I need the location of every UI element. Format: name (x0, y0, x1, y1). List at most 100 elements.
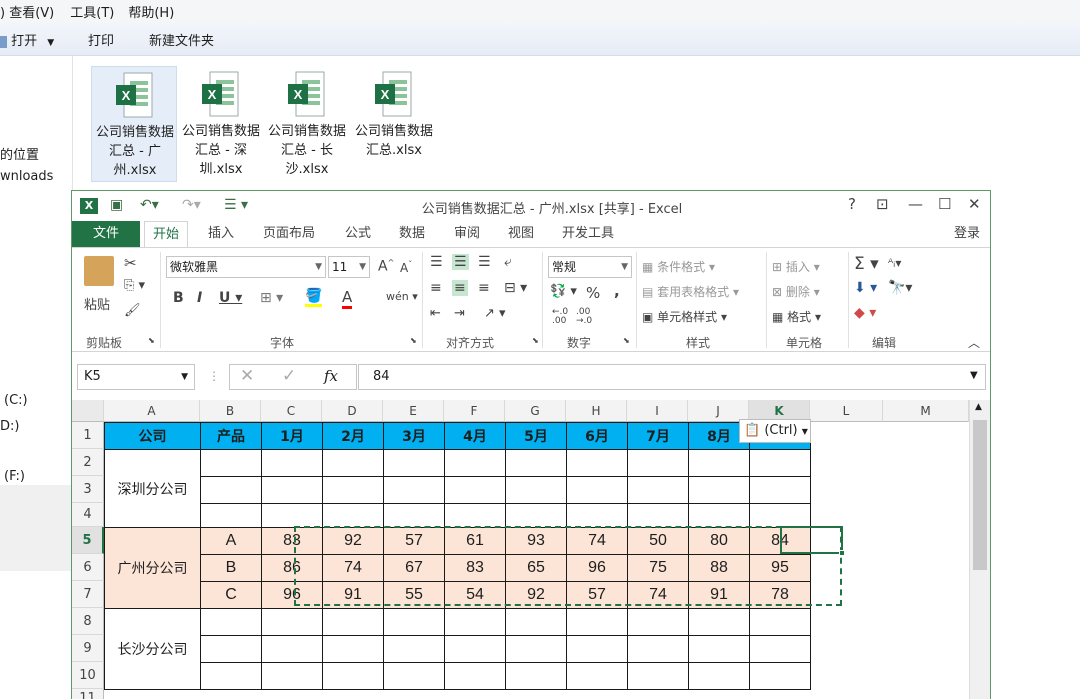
row-header-2[interactable]: 2 (72, 449, 104, 476)
product-cell[interactable]: C (200, 581, 262, 609)
tab-home[interactable]: 开始 (144, 221, 189, 248)
cell[interactable] (749, 503, 811, 528)
value-cell[interactable]: 61 (444, 527, 506, 555)
cell[interactable] (444, 503, 506, 528)
value-cell[interactable]: 83 (444, 554, 506, 582)
cell[interactable] (444, 608, 506, 636)
tab-review[interactable]: 审阅 (446, 221, 488, 247)
tab-view[interactable]: 视图 (500, 221, 542, 247)
product-cell[interactable]: A (200, 527, 262, 555)
cell[interactable] (322, 476, 384, 504)
select-all-corner[interactable] (72, 400, 104, 422)
cell[interactable] (444, 476, 506, 504)
value-cell[interactable]: 57 (383, 527, 445, 555)
value-cell[interactable]: 86 (261, 554, 323, 582)
header-cell[interactable]: 产品 (200, 422, 262, 450)
tab-data[interactable]: 数据 (391, 221, 433, 247)
cell[interactable] (505, 635, 567, 663)
menu-tools[interactable]: 工具(T) (70, 2, 114, 21)
cell[interactable] (566, 503, 628, 528)
cell[interactable] (627, 503, 689, 528)
file-item-summary[interactable]: X 公司销售数据汇总.xlsx (351, 66, 437, 182)
insert-function-icon[interactable]: fx (324, 367, 338, 385)
nav-item-drive-f[interactable]: (F:) (4, 469, 25, 484)
cell[interactable] (322, 635, 384, 663)
cell[interactable] (749, 608, 811, 636)
percent-icon[interactable]: % (586, 284, 600, 302)
column-header-d[interactable]: D (322, 400, 383, 422)
row-header-7[interactable]: 7 (72, 581, 104, 608)
print-button[interactable]: 打印 (88, 30, 114, 49)
clear-icon[interactable]: ◆ ▾ (854, 305, 876, 321)
login-link[interactable]: 登录 (954, 221, 980, 247)
paste-button[interactable]: 粘贴 (84, 294, 110, 313)
cell[interactable] (566, 662, 628, 690)
cell[interactable] (261, 476, 323, 504)
comma-icon[interactable]: , (614, 282, 620, 300)
value-cell[interactable]: 50 (627, 527, 689, 555)
company-cell-shenzhen[interactable]: 深圳分公司 (104, 449, 201, 528)
italic-button[interactable]: I (197, 290, 202, 306)
value-cell[interactable]: 95 (749, 554, 811, 582)
value-cell[interactable]: 91 (688, 581, 750, 609)
value-cell[interactable]: 54 (444, 581, 506, 609)
company-cell-guangzhou[interactable]: 广州分公司 (104, 527, 201, 609)
value-cell[interactable]: 74 (566, 527, 628, 555)
row-header-1[interactable]: 1 (72, 422, 104, 449)
header-cell[interactable]: 7月 (627, 422, 689, 450)
cell[interactable] (688, 635, 750, 663)
cell[interactable] (200, 635, 262, 663)
customize-toolbar-icon[interactable]: ☰ ▾ (224, 197, 248, 213)
menu-help[interactable]: 帮助(H) (128, 2, 174, 21)
row-header-3[interactable]: 3 (72, 476, 104, 503)
expand-formula-icon[interactable]: ▼ (970, 370, 978, 381)
redo-icon[interactable]: ↷▾ (182, 197, 201, 213)
wrap-text-icon[interactable]: ⤶ (504, 254, 512, 270)
font-launcher-icon[interactable]: ⬊ (410, 336, 417, 345)
undo-icon[interactable]: ↶▾ (140, 197, 159, 213)
help-icon[interactable]: ? (848, 195, 856, 213)
cell[interactable] (688, 662, 750, 690)
value-cell[interactable]: 96 (261, 581, 323, 609)
alignment-launcher-icon[interactable]: ⬊ (532, 336, 539, 345)
cell[interactable] (383, 635, 445, 663)
cancel-icon[interactable]: ✕ (240, 366, 254, 386)
increase-indent-icon[interactable]: ⇥ (454, 306, 465, 321)
cell[interactable] (627, 449, 689, 477)
cell[interactable] (749, 476, 811, 504)
save-icon[interactable]: ▣ (110, 197, 123, 213)
cell[interactable] (261, 503, 323, 528)
autosum-icon[interactable]: Σ ▾ (854, 254, 879, 274)
cell[interactable] (383, 608, 445, 636)
header-cell[interactable]: 5月 (505, 422, 567, 450)
header-cell[interactable]: 2月 (322, 422, 384, 450)
row-header-11[interactable]: 11 (72, 689, 104, 699)
format-painter-icon[interactable]: 🖌 (124, 303, 141, 318)
file-item-guangzhou[interactable]: X 公司销售数据汇总 - 广州.xlsx (91, 66, 177, 182)
bottom-align-icon[interactable]: ☰ (478, 254, 491, 270)
border-icon[interactable]: ⊞ ▾ (260, 290, 283, 306)
column-header-c[interactable]: C (261, 400, 322, 422)
header-cell[interactable]: 4月 (444, 422, 506, 450)
enter-icon[interactable]: ✓ (282, 366, 296, 386)
decrease-decimal-icon[interactable]: .00 →.0 (576, 308, 592, 326)
value-cell[interactable]: 78 (749, 581, 811, 609)
column-header-f[interactable]: F (444, 400, 505, 422)
value-cell[interactable]: 74 (627, 581, 689, 609)
row-header-10[interactable]: 10 (72, 662, 104, 689)
cell[interactable] (444, 662, 506, 690)
grow-font-icon[interactable]: A^ (378, 258, 394, 275)
clipboard-launcher-icon[interactable]: ⬊ (148, 336, 155, 345)
tab-insert[interactable]: 插入 (200, 221, 242, 247)
cell[interactable] (627, 608, 689, 636)
top-align-icon[interactable]: ☰ (430, 254, 443, 270)
header-cell[interactable]: 1月 (261, 422, 323, 450)
shrink-font-icon[interactable]: Aˇ (400, 260, 412, 275)
row-header-8[interactable]: 8 (72, 608, 104, 635)
cell[interactable] (505, 449, 567, 477)
value-cell[interactable]: 83 (261, 527, 323, 555)
cell[interactable] (505, 608, 567, 636)
value-cell[interactable]: 80 (688, 527, 750, 555)
column-header-g[interactable]: G (505, 400, 566, 422)
cell[interactable] (322, 503, 384, 528)
